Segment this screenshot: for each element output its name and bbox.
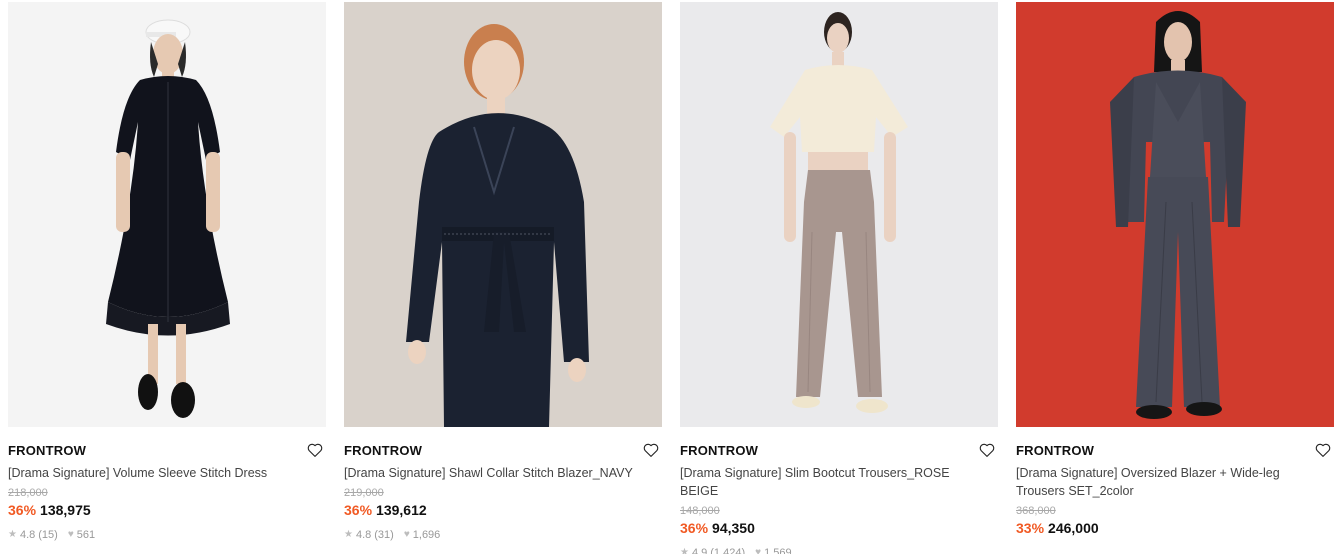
product-photo-blazer — [344, 2, 662, 427]
product-title[interactable]: [Drama Signature] Volume Sleeve Stitch D… — [8, 464, 308, 482]
heart-icon: ♥ — [403, 529, 410, 540]
price-row: 33% 246,000 — [1016, 519, 1334, 537]
heart-outline-icon[interactable] — [978, 441, 996, 459]
product-title[interactable]: [Drama Signature] Shawl Collar Stitch Bl… — [344, 464, 644, 482]
product-photo-set — [1016, 2, 1334, 427]
product-image[interactable] — [1016, 2, 1334, 427]
sale-price: 139,612 — [376, 502, 427, 518]
sale-price: 94,350 — [712, 520, 755, 536]
product-card[interactable]: FRONTROW [Drama Signature] Volume Sleeve… — [8, 2, 326, 554]
product-grid: FRONTROW [Drama Signature] Volume Sleeve… — [0, 0, 1338, 554]
brand-name[interactable]: FRONTROW — [680, 440, 998, 462]
price-row: 36% 94,350 — [680, 519, 998, 537]
brand-name[interactable]: FRONTROW — [8, 440, 326, 462]
discount-rate: 36% — [8, 502, 37, 518]
star-icon: ★ — [344, 529, 353, 540]
brand-name[interactable]: FRONTROW — [344, 440, 662, 462]
heart-icon: ♥ — [755, 547, 762, 554]
discount-rate: 36% — [344, 502, 373, 518]
product-image[interactable] — [8, 2, 326, 427]
rating: 4.8 — [355, 529, 372, 541]
review-count: (1,424) — [710, 547, 746, 554]
heart-icon: ♥ — [67, 529, 74, 540]
sale-price: 246,000 — [1048, 520, 1099, 536]
review-count: (31) — [374, 529, 394, 541]
product-title[interactable]: [Drama Signature] Slim Bootcut Trousers_… — [680, 464, 980, 500]
original-price: 219,000 — [344, 487, 384, 499]
product-card[interactable]: FRONTROW [Drama Signature] Slim Bootcut … — [680, 2, 998, 554]
product-meta: ★ 4.9 (1,424) ♥ 1,569 — [680, 546, 998, 554]
heart-outline-icon[interactable] — [306, 441, 324, 459]
discount-rate: 36% — [680, 520, 709, 536]
heart-outline-icon[interactable] — [642, 441, 660, 459]
review-count: (15) — [38, 529, 58, 541]
product-image[interactable] — [680, 2, 998, 427]
original-price: 218,000 — [8, 487, 48, 499]
product-card[interactable]: FRONTROW [Drama Signature] Oversized Bla… — [1016, 2, 1334, 554]
product-meta: ★ 4.8 (31) ♥ 1,696 — [344, 528, 662, 542]
discount-rate: 33% — [1016, 520, 1045, 536]
original-price: 368,000 — [1016, 505, 1056, 517]
product-photo-dress — [8, 2, 326, 427]
star-icon: ★ — [680, 547, 689, 554]
price-row: 36% 138,975 — [8, 501, 326, 519]
product-image[interactable] — [344, 2, 662, 427]
like-count: 1,569 — [764, 547, 792, 554]
heart-outline-icon[interactable] — [1314, 441, 1332, 459]
original-price: 148,000 — [680, 505, 720, 517]
like-count: 561 — [76, 529, 96, 541]
product-title[interactable]: [Drama Signature] Oversized Blazer + Wid… — [1016, 464, 1316, 500]
star-icon: ★ — [8, 529, 17, 540]
sale-price: 138,975 — [40, 502, 91, 518]
like-count: 1,696 — [412, 529, 441, 541]
product-card[interactable]: FRONTROW [Drama Signature] Shawl Collar … — [344, 2, 662, 554]
price-row: 36% 139,612 — [344, 501, 662, 519]
product-photo-trousers — [680, 2, 998, 427]
rating: 4.9 — [691, 547, 708, 554]
brand-name[interactable]: FRONTROW — [1016, 440, 1334, 462]
rating: 4.8 — [19, 529, 36, 541]
product-meta: ★ 4.8 (15) ♥ 561 — [8, 528, 326, 542]
